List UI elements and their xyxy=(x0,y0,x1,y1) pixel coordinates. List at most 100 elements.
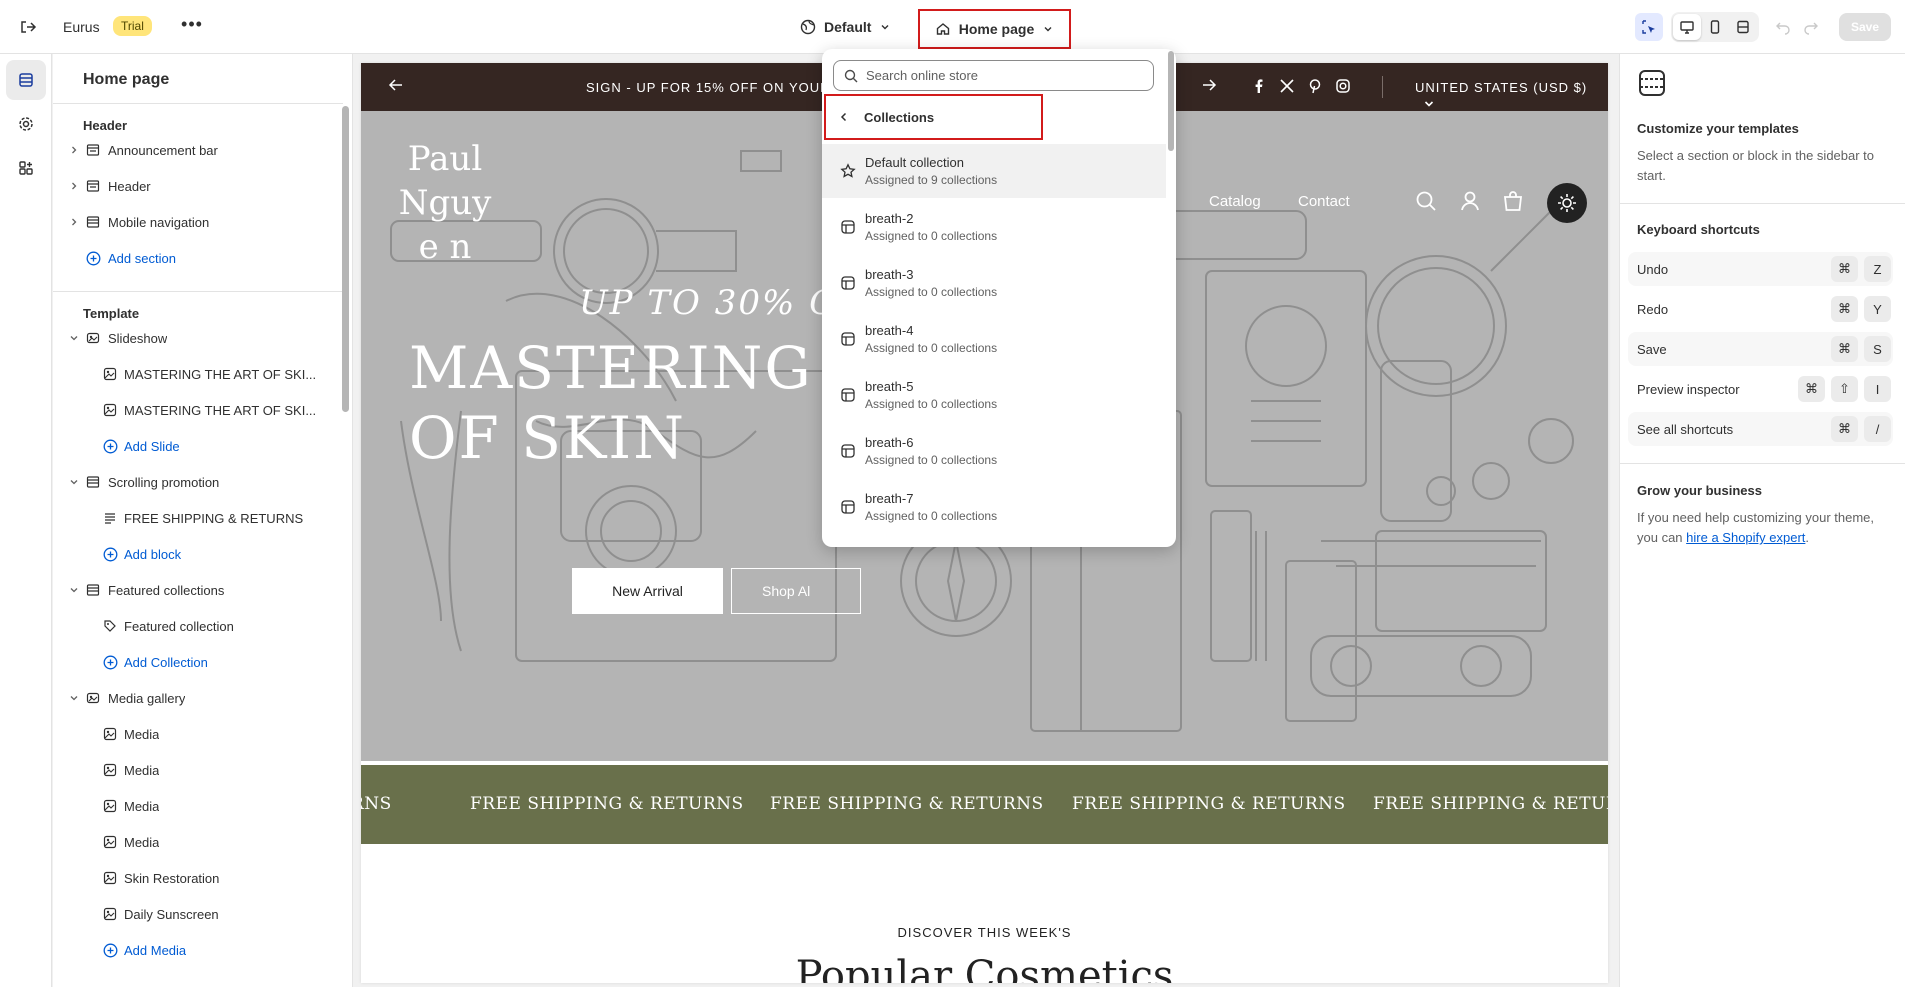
mobile-icon[interactable] xyxy=(1701,14,1729,40)
chevron-down-icon[interactable] xyxy=(68,332,80,344)
list-item-template[interactable]: breath-6 Assigned to 0 collections xyxy=(822,424,1166,478)
arrow-right-icon[interactable] xyxy=(1199,75,1219,101)
fullscreen-icon[interactable] xyxy=(1729,14,1757,40)
list-item-name: breath-2 xyxy=(865,211,914,226)
sidebar-item-label: Featured collections xyxy=(108,582,225,598)
inspector-toggle-icon[interactable] xyxy=(1634,13,1663,41)
list-item-template[interactable]: breath-5 Assigned to 0 collections xyxy=(822,368,1166,422)
sidebar-scrollbar[interactable] xyxy=(342,106,349,412)
desktop-icon[interactable] xyxy=(1672,14,1701,40)
sidebar-item-announcement-bar[interactable]: Announcement bar xyxy=(53,135,338,165)
list-item-template[interactable]: breath-4 Assigned to 0 collections xyxy=(822,312,1166,366)
sidebar-block-media[interactable]: Media xyxy=(53,827,338,857)
shortcut-key: ⇧ xyxy=(1831,376,1858,402)
chevron-down-icon[interactable] xyxy=(68,692,80,704)
redo-icon[interactable] xyxy=(1797,13,1825,41)
chevron-right-icon[interactable] xyxy=(68,216,80,228)
add-block-button[interactable]: Add block xyxy=(53,539,338,569)
search-input[interactable]: Search online store xyxy=(833,60,1154,91)
chevron-right-icon[interactable] xyxy=(68,180,80,192)
store-logo[interactable]: Paul Nguye n xyxy=(391,137,499,269)
template-icon xyxy=(840,387,856,403)
sidebar-block-label: Media xyxy=(124,834,160,850)
hire-expert-link[interactable]: hire a Shopify expert xyxy=(1686,530,1805,545)
chevron-right-icon[interactable] xyxy=(68,144,80,156)
add-section-label: Add section xyxy=(108,250,176,266)
add-collection-button[interactable]: Add Collection xyxy=(53,647,338,677)
image-icon xyxy=(102,870,118,886)
chevron-down-icon[interactable] xyxy=(68,584,80,596)
sidebar-item-scrolling-promotion[interactable]: Scrolling promotion xyxy=(53,467,338,497)
save-button[interactable]: Save xyxy=(1838,13,1891,41)
arrow-left-icon[interactable] xyxy=(386,75,406,101)
shortcut-label: Undo xyxy=(1637,262,1669,277)
social-links xyxy=(1251,78,1351,97)
currency-selector[interactable]: UNITED STATES (USD $) xyxy=(1415,80,1608,110)
sidebar-item-label: Header xyxy=(108,178,151,194)
divider xyxy=(1620,463,1905,464)
sidebar-block-media[interactable]: Media xyxy=(53,719,338,749)
tag-icon xyxy=(102,618,118,634)
chevron-down-icon[interactable] xyxy=(68,476,80,488)
add-media-button[interactable]: Add Media xyxy=(53,935,338,965)
new-arrival-button[interactable]: New Arrival xyxy=(572,568,723,614)
sidebar-title: Home page xyxy=(83,71,170,88)
apps-icon[interactable] xyxy=(6,148,46,188)
plus-circle-icon xyxy=(102,546,118,562)
chevron-down-icon xyxy=(1044,27,1052,32)
section-icon xyxy=(85,474,101,490)
sidebar-block-media[interactable]: Daily Sunscreen xyxy=(53,899,338,929)
section-kicker: DISCOVER THIS WEEK'S xyxy=(897,925,1072,940)
add-section-button[interactable]: Add section xyxy=(53,243,338,273)
page-selector[interactable]: Home page xyxy=(918,9,1071,49)
globe-icon xyxy=(800,19,816,35)
cart-icon[interactable] xyxy=(1501,189,1525,213)
list-item-default-collection[interactable]: Default collection Assigned to 9 collect… xyxy=(822,144,1166,198)
undo-icon[interactable] xyxy=(1769,13,1797,41)
sections-icon[interactable] xyxy=(6,60,46,100)
collections-back-button[interactable]: Collections xyxy=(824,94,1043,140)
list-item-meta: Assigned to 0 collections xyxy=(865,509,998,523)
list-item-template[interactable]: breath-2 Assigned to 0 collections xyxy=(822,200,1166,254)
list-item-template[interactable]: breath-3 Assigned to 0 collections xyxy=(822,256,1166,310)
add-slide-button[interactable]: Add Slide xyxy=(53,431,338,461)
theme-selector[interactable]: Default xyxy=(792,11,899,43)
shortcut-key: I xyxy=(1864,376,1891,402)
sidebar-block-slide[interactable]: MASTERING THE ART OF SKI... xyxy=(53,395,338,425)
shop-all-button[interactable]: Shop Al xyxy=(731,568,861,614)
sidebar-block-media[interactable]: Media xyxy=(53,791,338,821)
image-icon xyxy=(102,762,118,778)
sidebar-block-label: Media xyxy=(124,762,160,778)
settings-icon[interactable] xyxy=(6,104,46,144)
dropdown-scrollbar[interactable] xyxy=(1168,51,1174,151)
shortcut-key: ⌘ xyxy=(1831,296,1858,322)
list-item-meta: Assigned to 0 collections xyxy=(865,453,998,467)
sidebar-block-collection[interactable]: Featured collection xyxy=(53,611,338,641)
exit-icon[interactable] xyxy=(16,15,40,39)
sidebar-item-label: Scrolling promotion xyxy=(108,474,220,490)
sidebar-block-media[interactable]: Media xyxy=(53,755,338,785)
sidebar-block-slide[interactable]: MASTERING THE ART OF SKI... xyxy=(53,359,338,389)
sidebar-block-text[interactable]: FREE SHIPPING & RETURNS xyxy=(53,503,338,533)
sidebar-item-slideshow[interactable]: Slideshow xyxy=(53,323,338,353)
grow-text: If you need help customizing your theme,… xyxy=(1637,508,1887,548)
nav-link-contact[interactable]: Contact xyxy=(1298,193,1350,210)
sidebar-block-media[interactable]: Skin Restoration xyxy=(53,863,338,893)
instagram-icon[interactable] xyxy=(1335,78,1351,97)
pinterest-icon[interactable] xyxy=(1307,78,1323,97)
sidebar-item-header[interactable]: Header xyxy=(53,171,338,201)
account-icon[interactable] xyxy=(1458,189,1482,213)
nav-link-catalog[interactable]: Catalog xyxy=(1209,193,1261,210)
list-item-template[interactable]: breath-7 Assigned to 0 collections xyxy=(822,480,1166,534)
sidebar-item-mobile-navigation[interactable]: Mobile navigation xyxy=(53,207,338,237)
more-actions-button[interactable]: ••• xyxy=(180,15,204,39)
sidebar-item-media-gallery[interactable]: Media gallery xyxy=(53,683,338,713)
x-twitter-icon[interactable] xyxy=(1279,78,1295,97)
search-icon[interactable] xyxy=(1414,189,1438,213)
divider xyxy=(53,291,343,292)
facebook-icon[interactable] xyxy=(1251,78,1267,97)
color-scheme-toggle[interactable] xyxy=(1547,183,1587,223)
collections-back-label: Collections xyxy=(864,109,935,125)
sidebar-item-featured-collections[interactable]: Featured collections xyxy=(53,575,338,605)
shortcut-label: Preview inspector xyxy=(1637,382,1740,397)
